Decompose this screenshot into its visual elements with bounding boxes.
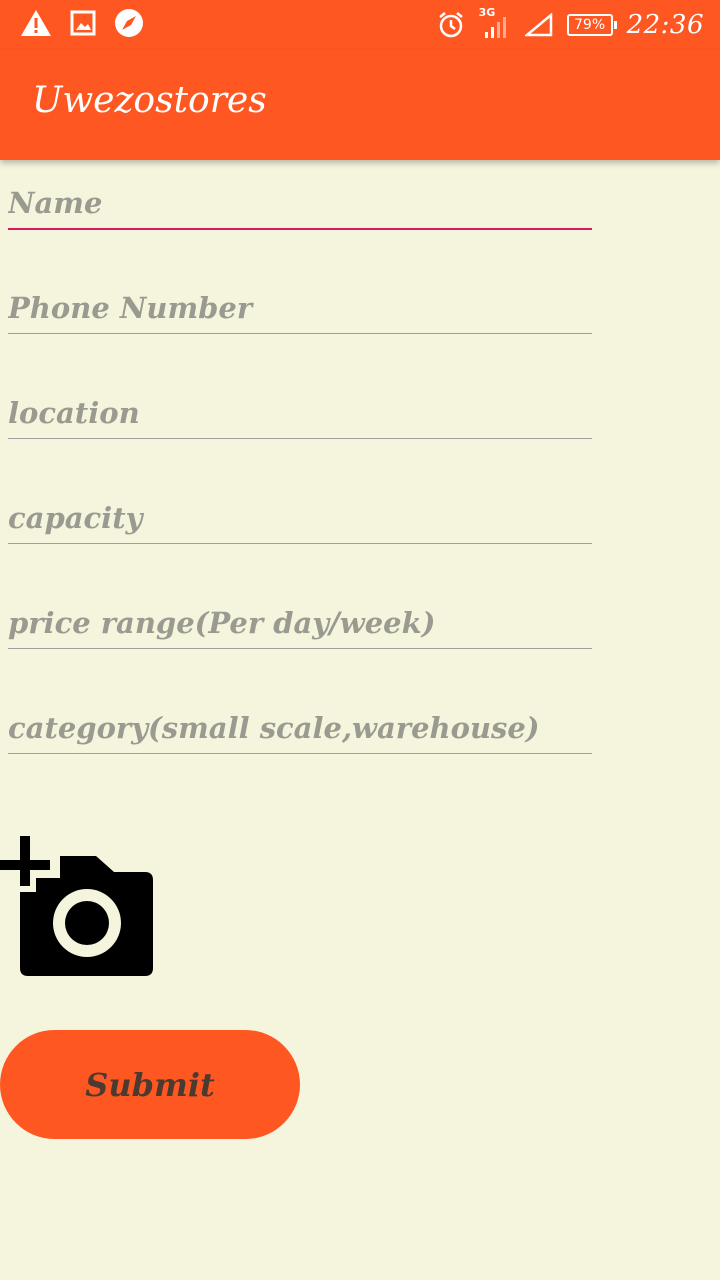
warning-icon <box>21 10 51 36</box>
capacity-field <box>8 484 592 544</box>
price-range-input[interactable] <box>8 606 592 640</box>
capacity-input[interactable] <box>8 501 592 535</box>
status-left-icons <box>20 8 144 38</box>
alarm-icon <box>438 12 463 38</box>
status-bar: 3G 79% 22:36 <box>0 0 720 50</box>
add-photo-button[interactable] <box>0 836 160 981</box>
location-input[interactable] <box>8 396 592 430</box>
app-title: Uwezostores <box>32 80 267 121</box>
name-field <box>8 170 592 230</box>
status-time: 22:36 <box>626 10 704 40</box>
phone-field <box>8 274 592 334</box>
category-field <box>8 694 592 754</box>
signal-empty-icon <box>524 13 552 37</box>
submit-button[interactable]: Submit <box>0 1030 300 1139</box>
signal-icon: 3G <box>479 6 511 40</box>
compass-icon <box>115 9 143 37</box>
phone-input[interactable] <box>8 291 592 325</box>
add-photo-icon <box>0 836 153 976</box>
category-input[interactable] <box>8 711 592 745</box>
battery-icon: 79% <box>566 14 617 36</box>
price-range-field <box>8 589 592 649</box>
app-bar: Uwezostores <box>0 50 720 160</box>
name-input[interactable] <box>8 186 592 220</box>
battery-level: 79% <box>574 17 606 33</box>
location-field <box>8 379 592 439</box>
image-icon <box>70 10 96 36</box>
status-right-icons: 3G 79% 22:36 <box>437 6 704 42</box>
